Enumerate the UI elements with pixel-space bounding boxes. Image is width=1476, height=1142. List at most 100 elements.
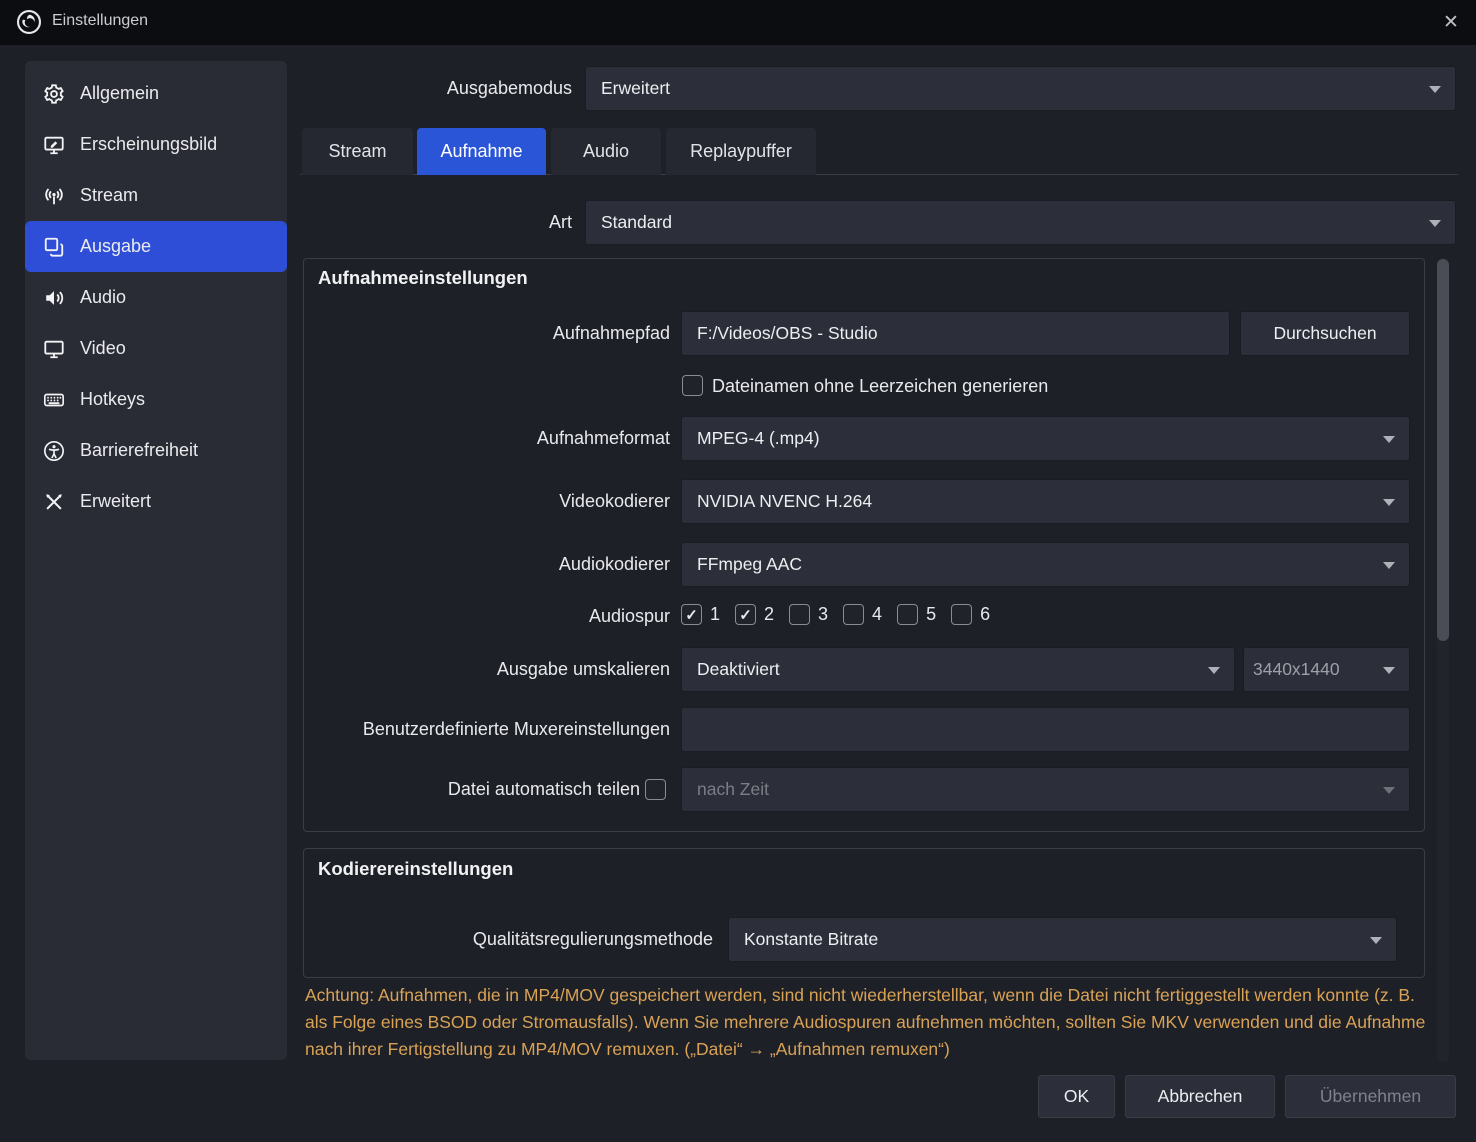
tab-aufnahme[interactable]: Aufnahme [417,128,546,175]
window-title: Einstellungen [52,12,149,29]
sidebar-item-label: Erweitert [80,491,152,511]
rescale-value: Deaktiviert [697,659,780,679]
type-value: Standard [601,212,673,232]
sidebar-item-video[interactable]: Video [25,323,287,374]
cancel-button[interactable]: Abbrechen [1125,1075,1275,1118]
tab-label: Aufnahme [440,141,523,161]
recording-path-value: F:/Videos/OBS - Studio [697,323,878,343]
auto-split-mode-value: nach Zeit [697,779,769,799]
obs-logo-icon [16,9,42,35]
tab-replaypuffer[interactable]: Replaypuffer [666,128,816,175]
audio-track-4-checkbox[interactable] [843,604,865,625]
apply-button[interactable]: Übernehmen [1285,1075,1456,1118]
muxer-settings-input[interactable] [681,707,1410,752]
gear-icon [43,83,65,105]
no-spaces-label: Dateinamen ohne Leerzeichen generieren [712,376,1049,396]
sidebar-item-stream[interactable]: Stream [25,170,287,221]
sidebar: Allgemein Erscheinungsbild Stream Ausgab… [25,61,287,1060]
output-mode-value: Erweitert [601,78,671,98]
rate-control-label: Qualitätsregulierungsmethode [472,929,713,949]
settings-window: Einstellungen ✕ Allgemein Erscheinungsbi… [0,0,1476,1142]
audio-track-5: 5 [897,604,936,625]
type-dropdown[interactable]: Standard [585,200,1456,245]
audio-track-2: 2 [735,604,774,625]
output-mode-dropdown[interactable]: Erweitert [585,66,1456,111]
sidebar-item-erscheinungsbild[interactable]: Erscheinungsbild [25,119,287,170]
audio-encoder-label: Audiokodierer [558,554,670,574]
audio-track-number: 2 [764,604,775,624]
sidebar-item-ausgabe[interactable]: Ausgabe [25,221,287,272]
titlebar: Einstellungen ✕ [0,0,1476,45]
audio-track-6: 6 [951,604,990,625]
speaker-icon [43,287,65,309]
tab-stream[interactable]: Stream [302,128,413,175]
tab-label: Stream [328,141,387,161]
scrollbar-thumb[interactable] [1437,259,1449,641]
tab-label: Replaypuffer [690,141,792,161]
sidebar-item-allgemein[interactable]: Allgemein [25,68,287,119]
recording-path-input[interactable]: F:/Videos/OBS - Studio [681,311,1230,356]
encoder-group-title: Kodierereinstellungen [318,858,514,879]
apply-button-label: Übernehmen [1319,1086,1422,1106]
no-spaces-checkbox[interactable] [682,375,703,396]
audio-track-3: 3 [789,604,828,625]
audio-track-number: 5 [926,604,937,624]
tab-label: Audio [582,141,630,161]
audio-track-number: 1 [710,604,721,624]
sidebar-item-label: Erscheinungsbild [80,134,218,154]
audio-track-1-checkbox[interactable] [681,604,702,625]
sidebar-item-label: Barrierefreiheit [80,440,199,460]
auto-split-checkbox[interactable] [645,779,666,800]
muxer-settings-label: Benutzerdefinierte Muxereinstellungen [362,719,670,739]
audio-track-number: 3 [818,604,829,624]
audio-track-4: 4 [843,604,882,625]
sidebar-item-label: Stream [80,185,139,205]
monitor-icon [43,338,65,360]
audio-track-1: 1 [681,604,720,625]
auto-split-mode-dropdown[interactable]: nach Zeit [681,767,1410,812]
recording-path-label: Aufnahmepfad [552,323,670,343]
recording-format-label: Aufnahmeformat [536,428,670,448]
recording-format-value: MPEG-4 (.mp4) [697,428,820,448]
sidebar-item-hotkeys[interactable]: Hotkeys [25,374,287,425]
rate-control-dropdown[interactable]: Konstante Bitrate [728,917,1397,962]
rate-control-value: Konstante Bitrate [744,929,879,949]
sidebar-item-barrierefreiheit[interactable]: Barrierefreiheit [25,425,287,476]
audio-track-2-checkbox[interactable] [735,604,757,625]
audio-encoder-value: FFmpeg AAC [697,554,803,574]
mp4-warning-text: Achtung: Aufnahmen, die in MP4/MOV gespe… [305,985,1426,1059]
video-encoder-value: NVIDIA NVENC H.264 [697,491,873,511]
sidebar-item-label: Allgemein [80,83,160,103]
accessibility-icon [43,440,65,462]
audio-tracks-row: 1 2 3 4 5 6 [681,604,990,625]
rescale-label: Ausgabe umskalieren [496,659,670,679]
audio-track-6-checkbox[interactable] [951,604,973,625]
tools-icon [43,491,65,513]
sidebar-item-label: Ausgabe [80,236,152,256]
output-mode-label: Ausgabemodus [446,78,572,98]
audio-encoder-dropdown[interactable]: FFmpeg AAC [681,542,1410,587]
video-encoder-label: Videokodierer [559,491,670,511]
audio-track-3-checkbox[interactable] [789,604,811,625]
close-icon[interactable]: ✕ [1438,9,1464,35]
sidebar-item-erweitert[interactable]: Erweitert [25,476,287,527]
keyboard-icon [43,389,65,411]
rescale-dropdown[interactable]: Deaktiviert [681,647,1235,692]
audio-track-number: 6 [980,604,991,624]
browse-button[interactable]: Durchsuchen [1240,311,1410,356]
ok-button-label: OK [1063,1086,1090,1106]
recording-format-dropdown[interactable]: MPEG-4 (.mp4) [681,416,1410,461]
tab-audio[interactable]: Audio [551,128,661,175]
sidebar-item-audio[interactable]: Audio [25,272,287,323]
audio-track-number: 4 [872,604,883,624]
recording-group-title: Aufnahmeeinstellungen [318,267,528,288]
type-label: Art [548,212,572,232]
ok-button[interactable]: OK [1038,1075,1115,1118]
auto-split-label: Datei automatisch teilen [447,779,640,799]
sidebar-item-label: Hotkeys [80,389,146,409]
audio-track-5-checkbox[interactable] [897,604,919,625]
video-encoder-dropdown[interactable]: NVIDIA NVENC H.264 [681,479,1410,524]
rescale-resolution-combobox[interactable]: 3440x1440 [1243,647,1410,692]
sidebar-item-label: Audio [80,287,127,307]
appearance-icon [43,134,65,156]
